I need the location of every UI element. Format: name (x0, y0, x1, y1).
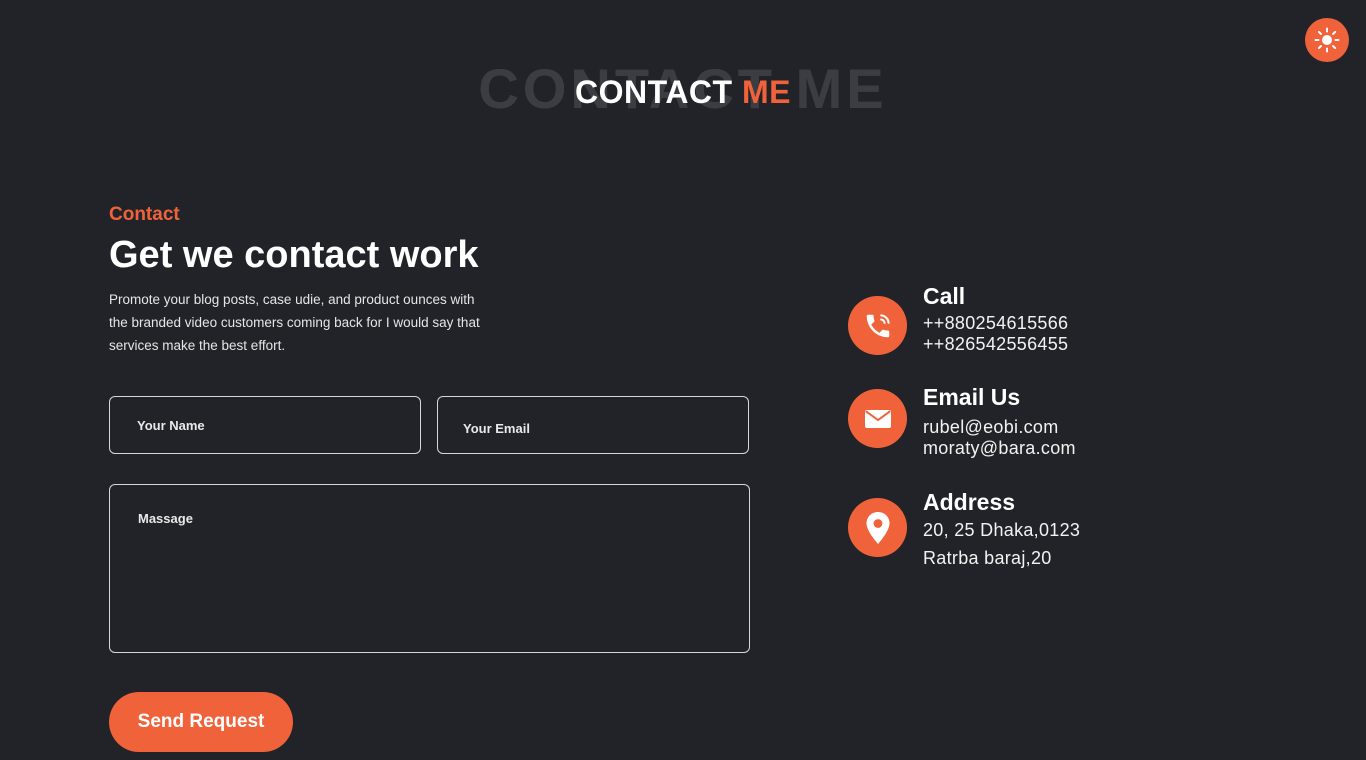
intro-line: the branded video customers coming back … (109, 315, 480, 330)
phone-icon (866, 313, 890, 337)
info-email-line: rubel@eobi.com (923, 417, 1059, 437)
section-title-accent: ME (741, 74, 791, 110)
info-call-title: Call (923, 283, 966, 309)
info-address-line: Ratrba baraj,20 (923, 548, 1052, 568)
send-request-button[interactable]: Send Request (109, 692, 293, 752)
map-pin-icon (866, 511, 889, 544)
section-title-text: CONTACT (575, 74, 733, 110)
email-input[interactable] (437, 396, 749, 454)
message-textarea[interactable] (109, 484, 750, 653)
info-email-badge (848, 389, 907, 448)
info-call-line: ++826542556455 (923, 334, 1069, 354)
name-input[interactable] (109, 396, 421, 454)
contact-intro: Promote your blog posts, case udie, and … (109, 288, 539, 357)
info-address-badge (848, 498, 907, 557)
contact-page: CONTACT ME CONTACT ME Contact Get we con… (0, 0, 1366, 760)
section-title: CONTACT ME CONTACT ME (0, 52, 1366, 132)
info-call-badge (848, 296, 907, 355)
info-address-title: Address (923, 489, 1016, 515)
info-call-line: ++880254615566 (923, 313, 1069, 333)
section-title-main: CONTACT ME (0, 74, 1366, 111)
mail-icon (864, 409, 891, 428)
contact-eyebrow: Contact (109, 204, 180, 225)
intro-line: Promote your blog posts, case udie, and … (109, 292, 475, 307)
info-address-line: 20, 25 Dhaka,0123 (923, 520, 1081, 540)
contact-headline: Get we contact work (109, 234, 479, 276)
sun-icon (1314, 27, 1340, 53)
intro-line: services make the best effort. (109, 338, 286, 353)
info-email-line: moraty@bara.com (923, 438, 1076, 458)
info-email-title: Email Us (923, 384, 1021, 410)
